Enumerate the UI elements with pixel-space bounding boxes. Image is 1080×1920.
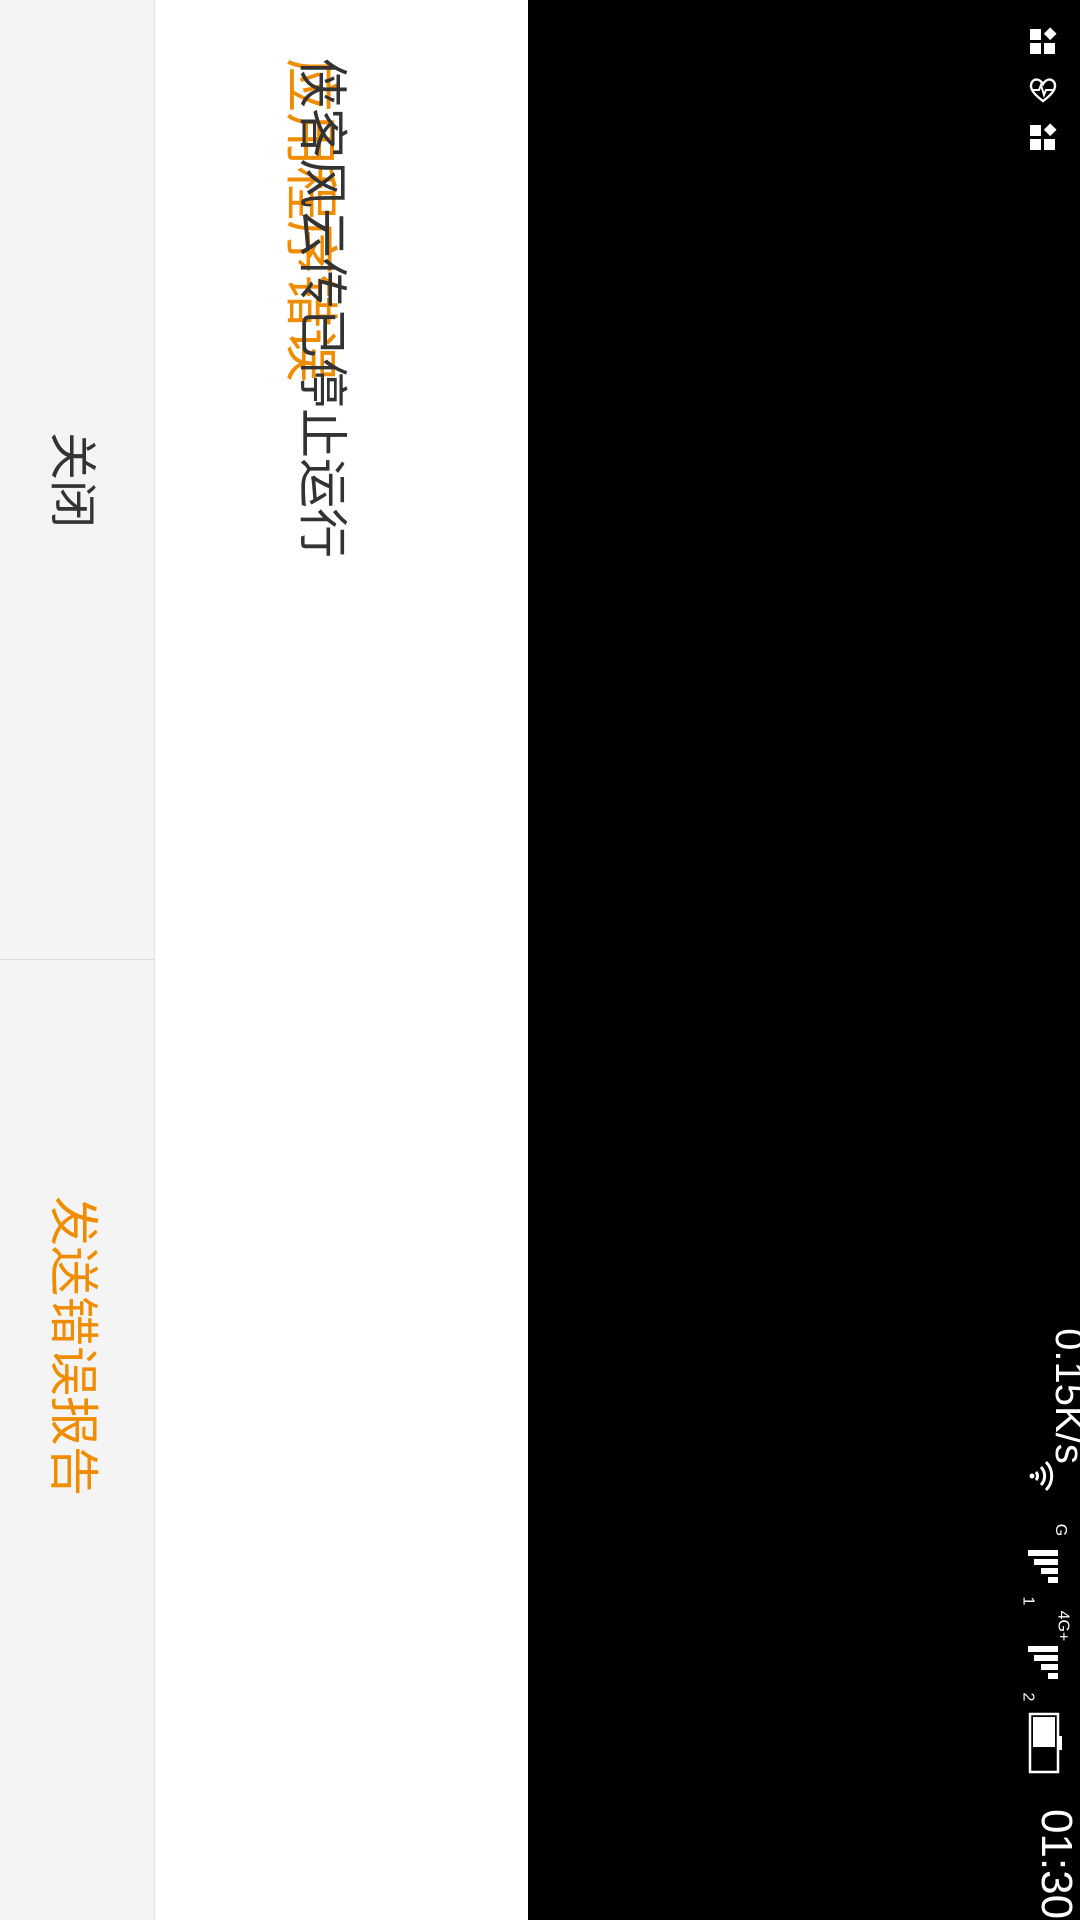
- clock: 01:30: [1032, 1808, 1080, 1920]
- sim1-network-type-container: G: [1044, 1520, 1074, 1540]
- sim1-slot: 1: [1019, 1596, 1036, 1606]
- signal-bars-icon: [1028, 1646, 1058, 1679]
- network-speed-container: 0.15K/s: [1010, 1292, 1080, 1464]
- screen: 应用程序错误 侠客风云传已停止运行 关闭 发送错误报告 0.15K/s G 1 …: [0, 0, 1080, 1920]
- dialog-message: 侠客风云传已停止运行: [293, 58, 351, 558]
- send-error-report-button[interactable]: 发送错误报告: [0, 961, 154, 1920]
- close-button-label: 关闭: [43, 431, 100, 528]
- clock-container: 01:30: [1010, 1790, 1080, 1919]
- heart-monitor-icon: [1029, 78, 1057, 103]
- sim2-slot: 2: [1019, 1692, 1036, 1702]
- app-grid-icon: [1030, 27, 1057, 54]
- send-error-report-button-label: 发送错误报告: [44, 1195, 102, 1496]
- battery-icon: [1028, 1712, 1062, 1774]
- button-divider: [0, 959, 154, 960]
- sim2-network-type: 4G+: [1054, 1610, 1071, 1642]
- app-grid-icon: [1030, 123, 1057, 150]
- wifi-icon: [1029, 1460, 1054, 1492]
- dialog-button-bar: 关闭 发送错误报告: [0, 0, 155, 1920]
- sim2-slot-container: 2: [1012, 1688, 1042, 1706]
- close-button[interactable]: 关闭: [0, 0, 154, 959]
- error-dialog: 应用程序错误 侠客风云传已停止运行 关闭 发送错误报告: [0, 0, 528, 1920]
- sim1-network-type: G: [1051, 1523, 1069, 1537]
- sim2-network-type-container: 4G+: [1044, 1611, 1074, 1642]
- dialog-title-container: 应用程序错误: [279, 58, 478, 382]
- network-speed: 0.15K/s: [1047, 1328, 1080, 1464]
- sim1-slot-container: 1: [1012, 1592, 1042, 1610]
- dialog-message-container: 侠客风云传已停止运行: [290, 58, 370, 558]
- status-bar: 0.15K/s G 1 4G+ 2 01:30: [1010, 0, 1080, 1920]
- signal-bars-icon: [1028, 1550, 1058, 1583]
